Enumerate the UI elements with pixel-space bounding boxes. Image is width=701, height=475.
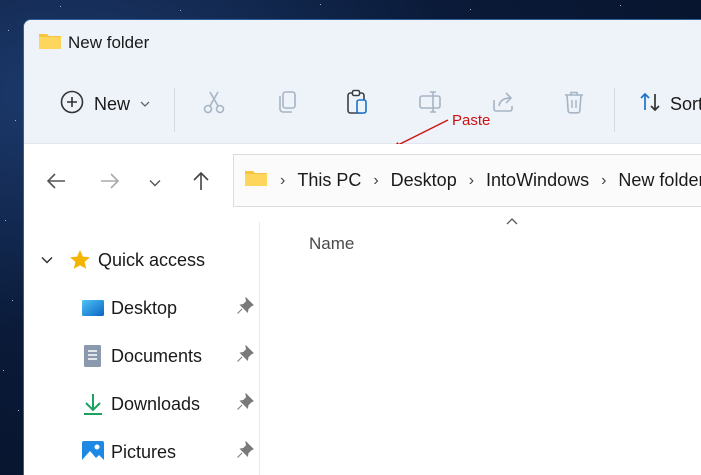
rename-button[interactable] <box>413 86 449 122</box>
cut-button[interactable] <box>196 86 232 122</box>
window-title: New folder <box>68 33 150 52</box>
folder-icon <box>244 168 268 193</box>
plus-circle-icon <box>60 90 84 119</box>
share-button[interactable] <box>485 86 521 122</box>
sort-icon <box>638 90 662 119</box>
forward-button[interactable] <box>95 168 125 198</box>
chevron-right-icon: › <box>601 171 607 189</box>
up-button[interactable] <box>186 168 216 198</box>
pictures-icon <box>81 440 105 464</box>
quick-access-node[interactable]: Quick access <box>38 240 205 280</box>
star-icon <box>68 248 92 272</box>
pin-icon[interactable] <box>236 344 254 368</box>
file-list-pane: Name <box>261 218 701 475</box>
sidebar-item-label: Downloads <box>111 393 201 414</box>
sidebar-item-downloads[interactable]: Downloads <box>81 384 261 424</box>
pin-icon[interactable] <box>236 440 254 464</box>
sidebar-item-documents[interactable]: Documents <box>81 336 261 376</box>
chevron-down-icon[interactable] <box>38 256 56 264</box>
navigation-pane: Quick access Desktop Documents Downloads… <box>24 222 260 475</box>
chevron-down-icon <box>140 95 150 113</box>
pin-icon[interactable] <box>236 296 254 320</box>
folder-icon <box>38 31 62 56</box>
pin-icon[interactable] <box>236 392 254 416</box>
toolbar-divider <box>614 88 615 132</box>
desktop-icon <box>81 298 105 318</box>
navigation-bar: › This PC › Desktop › IntoWindows › New … <box>24 144 701 222</box>
new-button-label: New <box>93 93 130 114</box>
sidebar-item-pictures[interactable]: Pictures <box>81 432 261 472</box>
content-area: Quick access Desktop Documents Downloads… <box>24 218 701 475</box>
breadcrumb-this-pc[interactable]: This PC <box>297 170 361 191</box>
downloads-icon <box>81 392 105 416</box>
breadcrumb-desktop[interactable]: Desktop <box>391 170 457 191</box>
command-bar: New Sort Paste <box>24 66 701 151</box>
sort-button-label: Sort <box>670 93 701 114</box>
chevron-right-icon: › <box>468 171 475 189</box>
chevron-down-icon <box>149 174 161 192</box>
file-explorer-window: New folder New Sort Paste › This PC › De… <box>23 19 701 475</box>
quick-access-label: Quick access <box>98 249 206 270</box>
arrow-left-icon <box>45 171 67 196</box>
recent-locations-button[interactable] <box>140 168 170 198</box>
copy-icon <box>274 89 300 120</box>
share-icon <box>489 89 517 120</box>
breadcrumb-intowindows[interactable]: IntoWindows <box>486 170 589 191</box>
paste-button[interactable] <box>340 86 376 122</box>
breadcrumb-new-folder[interactable]: New folder <box>618 170 701 191</box>
arrow-up-icon <box>191 170 211 197</box>
title-bar: New folder <box>24 20 701 66</box>
address-bar[interactable]: › This PC › Desktop › IntoWindows › New … <box>233 154 701 207</box>
delete-icon <box>562 89 586 120</box>
paste-annotation-label: Paste <box>452 112 491 129</box>
sort-button[interactable]: Sort <box>638 86 701 122</box>
new-button[interactable]: New <box>54 86 156 122</box>
copy-button[interactable] <box>269 86 305 122</box>
cut-icon <box>201 89 227 120</box>
delete-button[interactable] <box>556 86 592 122</box>
chevron-right-icon: › <box>373 171 379 189</box>
chevron-right-icon: › <box>280 171 286 189</box>
sidebar-item-label: Desktop <box>111 297 178 318</box>
sidebar-item-desktop[interactable]: Desktop <box>81 288 261 328</box>
back-button[interactable] <box>41 168 71 198</box>
sort-ascending-icon <box>505 214 519 232</box>
column-header-name[interactable]: Name <box>309 234 354 254</box>
rename-icon <box>417 89 445 120</box>
arrow-right-icon <box>99 171 121 196</box>
sidebar-item-label: Documents <box>111 345 203 366</box>
paste-icon <box>345 88 371 121</box>
toolbar-divider <box>174 88 175 132</box>
documents-icon <box>81 344 105 368</box>
sidebar-item-label: Pictures <box>111 441 177 462</box>
